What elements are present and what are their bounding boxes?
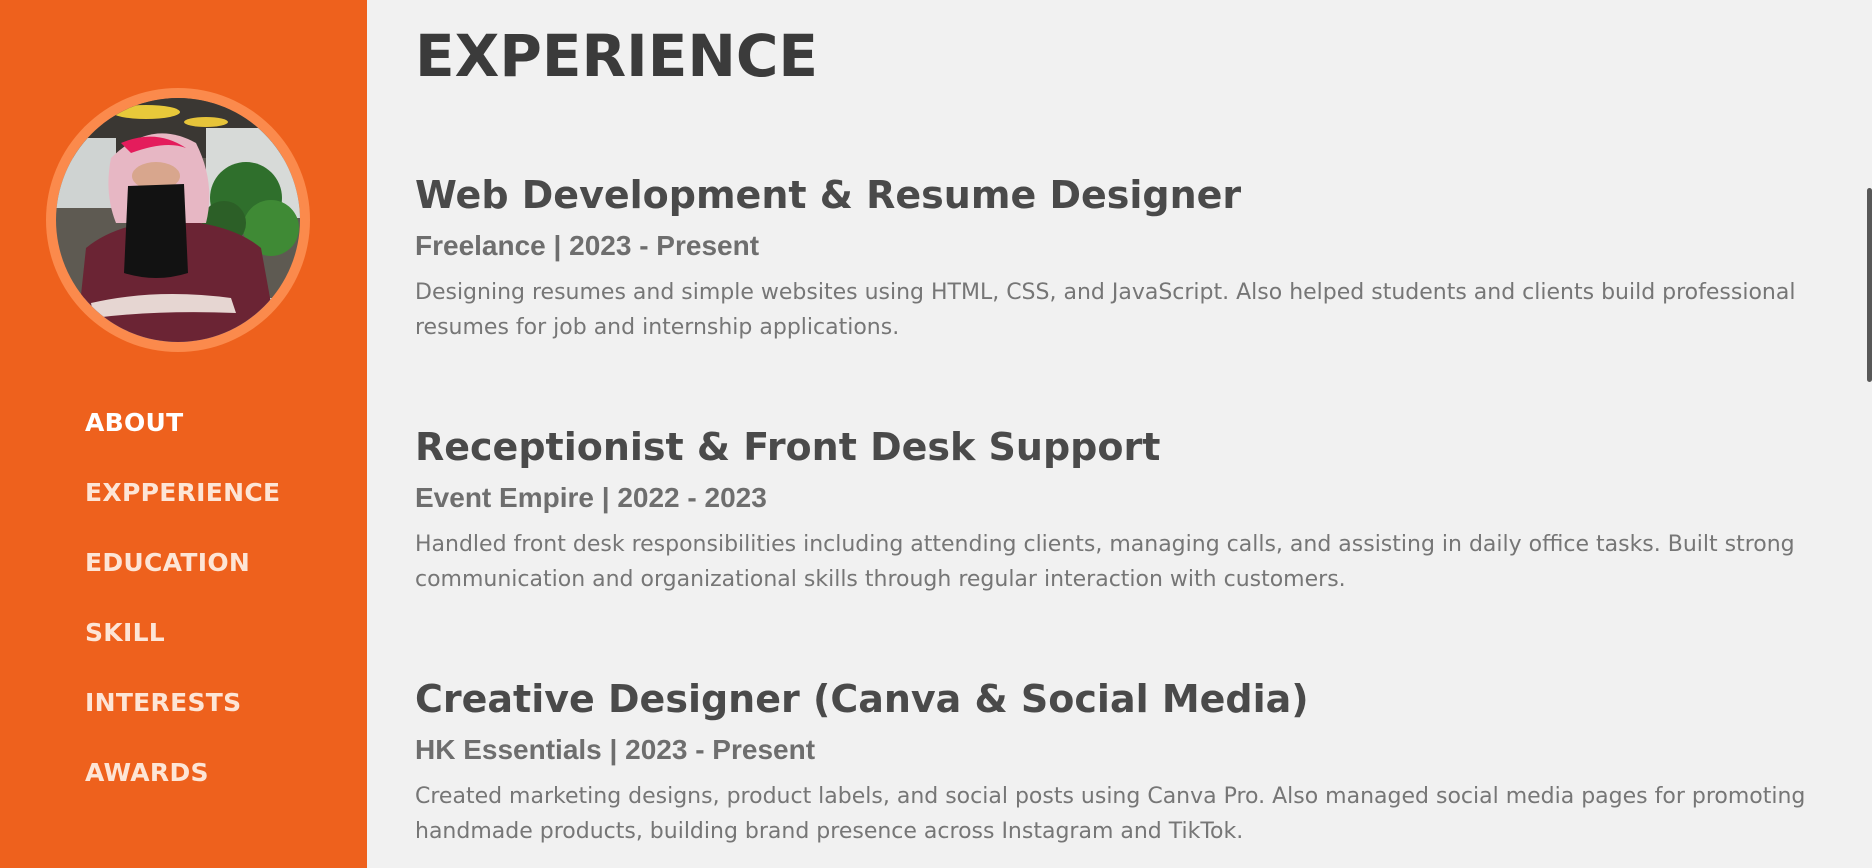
job-entry: Creative Designer (Canva & Social Media)… (415, 674, 1835, 849)
job-description: Designing resumes and simple websites us… (415, 280, 1796, 340)
job-description: Created marketing designs, product label… (415, 784, 1806, 844)
job-meta: HK Essentials | 2023 - Present (415, 734, 816, 765)
job-title: Web Development & Resume Designer (415, 173, 1242, 217)
job-entry: Receptionist & Front Desk Support Event … (415, 422, 1835, 597)
job-title: Receptionist & Front Desk Support (415, 425, 1161, 469)
job-meta: Freelance | 2023 - Present (415, 230, 760, 261)
sidebar: ABOUT EXPPERIENCE EDUCATION SKILL INTERE… (0, 0, 367, 868)
nav-item-experience[interactable]: EXPPERIENCE (85, 468, 280, 538)
page-title: EXPERIENCE (415, 22, 819, 90)
avatar (56, 98, 300, 342)
job-entry: Web Development & Resume Designer Freela… (415, 170, 1835, 345)
job-meta: Event Empire | 2022 - 2023 (415, 482, 767, 513)
sidebar-nav: ABOUT EXPPERIENCE EDUCATION SKILL INTERE… (85, 398, 280, 818)
avatar-image (56, 98, 300, 342)
nav-item-interests[interactable]: INTERESTS (85, 678, 280, 748)
experience-section: EXPERIENCE Web Development & Resume Desi… (415, 0, 1835, 868)
avatar-ring (46, 88, 310, 352)
job-title: Creative Designer (Canva & Social Media) (415, 677, 1309, 721)
job-description: Handled front desk responsibilities incl… (415, 532, 1795, 592)
nav-item-about[interactable]: ABOUT (85, 398, 280, 468)
nav-item-skill[interactable]: SKILL (85, 608, 280, 678)
nav-item-education[interactable]: EDUCATION (85, 538, 280, 608)
nav-item-awards[interactable]: AWARDS (85, 748, 280, 818)
scrollbar-thumb[interactable] (1867, 188, 1872, 382)
scrollbar-track[interactable] (1866, 0, 1872, 868)
